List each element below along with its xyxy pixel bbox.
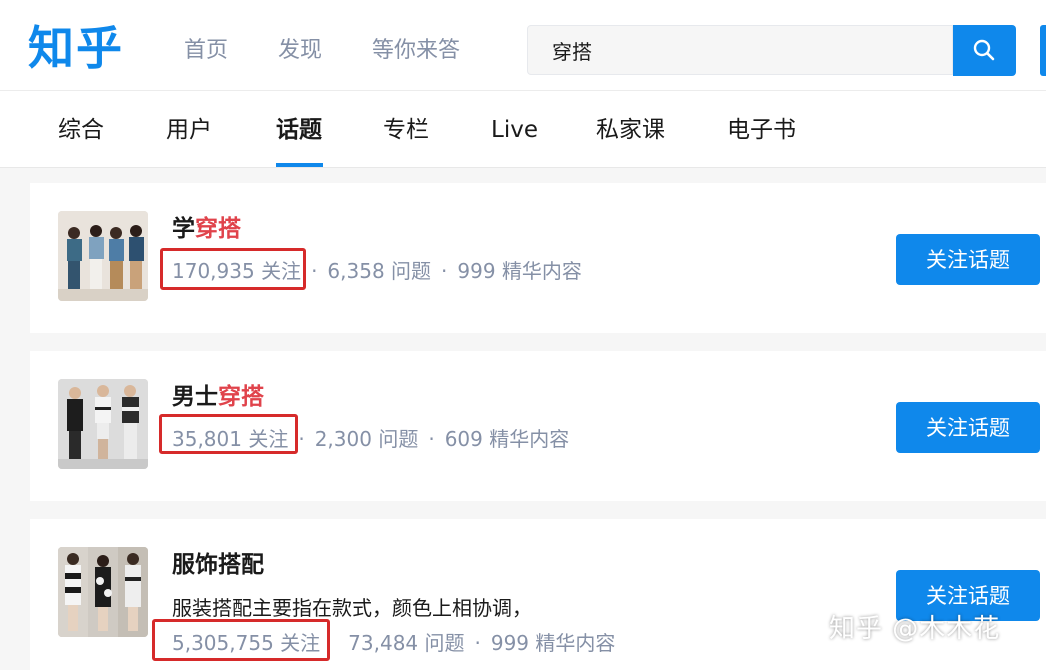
tab-users[interactable]: 用户: [166, 115, 212, 145]
annotation-box: [159, 414, 298, 454]
search-button[interactable]: [953, 25, 1016, 76]
ask-button-edge[interactable]: [1040, 25, 1046, 76]
separator: ·: [441, 259, 448, 283]
questions-count[interactable]: 73,484 问题: [348, 631, 464, 655]
topic-image[interactable]: [58, 211, 148, 301]
tab-private-courses[interactable]: 私家课: [596, 115, 665, 145]
search-icon: [973, 39, 995, 61]
separator: ·: [311, 259, 318, 283]
search-box: [527, 25, 953, 75]
annotation-box: [160, 248, 306, 290]
search-tabs: 综合 用户 话题 专栏 Live 私家课 电子书: [0, 91, 1046, 168]
tab-columns[interactable]: 专栏: [383, 115, 429, 145]
nav-discover[interactable]: 发现: [278, 36, 322, 66]
tab-live[interactable]: Live: [491, 115, 538, 145]
tab-general[interactable]: 综合: [58, 115, 104, 145]
follow-topic-button[interactable]: 关注话题: [896, 402, 1040, 453]
tab-topics[interactable]: 话题: [276, 115, 322, 145]
questions-count[interactable]: 2,300 问题: [315, 427, 419, 451]
top-nav: 首页 发现 等你来答: [184, 36, 510, 66]
topic-title[interactable]: 男士穿搭: [172, 382, 264, 412]
topic-card: 男士穿搭 35,801 关注 · 2,300 问题 · 609 精华内容 关注话题: [30, 351, 1046, 501]
zhihu-logo[interactable]: 知乎: [28, 22, 124, 74]
tab-ebooks[interactable]: 电子书: [727, 115, 796, 145]
topic-title[interactable]: 学穿搭: [172, 214, 241, 244]
topic-image[interactable]: [58, 379, 148, 469]
title-text: 男士: [172, 384, 218, 410]
separator: ·: [474, 631, 481, 655]
search-input[interactable]: [528, 26, 952, 74]
featured-count[interactable]: 609 精华内容: [445, 427, 570, 451]
topic-description: 服装搭配主要指在款式，颜色上相协调，: [172, 596, 532, 620]
topic-card: 服饰搭配 服装搭配主要指在款式，颜色上相协调， 5,305,755 关注 73,4…: [30, 519, 1046, 670]
title-text: 学: [172, 216, 195, 242]
annotation-box: [152, 619, 330, 661]
active-tab-indicator: [276, 163, 323, 167]
featured-count[interactable]: 999 精华内容: [491, 631, 616, 655]
nav-waiting-answers[interactable]: 等你来答: [372, 36, 460, 66]
title-highlight: 穿搭: [195, 216, 241, 242]
questions-count[interactable]: 6,358 问题: [327, 259, 431, 283]
nav-home[interactable]: 首页: [184, 36, 228, 66]
separator: ·: [428, 427, 435, 451]
topic-image[interactable]: [58, 547, 148, 637]
featured-count[interactable]: 999 精华内容: [457, 259, 582, 283]
watermark: 知乎 @木木花: [829, 614, 1001, 644]
topic-title[interactable]: 服饰搭配: [172, 550, 264, 580]
follow-topic-button[interactable]: 关注话题: [896, 234, 1040, 285]
separator: ·: [298, 427, 305, 451]
title-highlight: 穿搭: [218, 384, 264, 410]
topic-card: 学穿搭 170,935 关注 · 6,358 问题 · 999 精华内容 关注话题: [30, 183, 1046, 333]
top-header: 知乎 首页 发现 等你来答: [0, 0, 1046, 91]
